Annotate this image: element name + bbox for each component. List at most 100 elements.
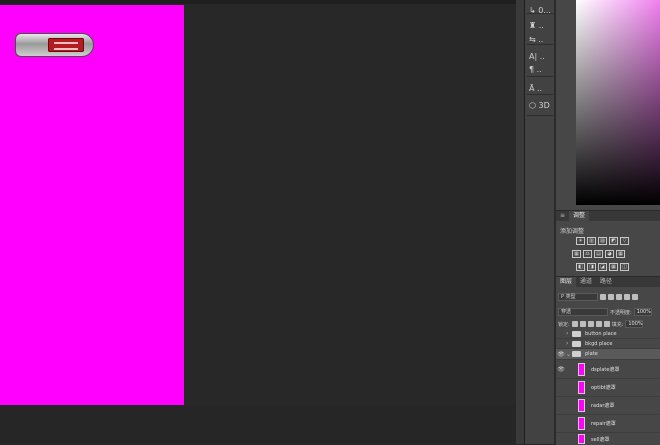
visibility-toggle[interactable] bbox=[556, 339, 566, 348]
adjustments-row-3: ◧ ◨ ◪ ▦ ◫ bbox=[576, 263, 629, 271]
opacity-label: 不透明度: bbox=[610, 309, 632, 316]
photo-filter-icon[interactable]: ◕ bbox=[605, 250, 614, 258]
layer-name: bkgd place bbox=[585, 340, 613, 347]
layer-group-row[interactable]: › bkgd place bbox=[556, 339, 660, 349]
threshold-icon[interactable]: ◪ bbox=[598, 263, 607, 271]
document-canvas[interactable] bbox=[0, 5, 184, 405]
layer-filter-select[interactable]: P 类型 bbox=[558, 293, 598, 301]
gradient-map-icon[interactable]: ▦ bbox=[609, 263, 618, 271]
3d-panel-button[interactable]: ⬡ 3D bbox=[525, 97, 555, 113]
folder-icon bbox=[572, 330, 581, 337]
color-panel bbox=[556, 0, 660, 210]
brush-settings-icon: ♜ .. bbox=[529, 20, 544, 30]
posterize-icon[interactable]: ◨ bbox=[587, 263, 596, 271]
3d-icon: ⬡ 3D bbox=[529, 100, 550, 110]
levels-icon[interactable]: ▥ bbox=[587, 237, 596, 245]
adjustments-panel: ≡ 调整 添加调整 ☀ ▥ ▨ ◩ ▽ ▦ ⚖ ▤ ◕ ▦ ◧ ◨ ◪ ▦ ◫ bbox=[556, 210, 660, 277]
document-top-strip bbox=[0, 0, 516, 4]
lock-position-icon[interactable] bbox=[587, 321, 594, 327]
divider bbox=[527, 115, 553, 116]
lock-row: 锁定: 填充: 100% bbox=[558, 319, 658, 329]
paragraph-panel-button[interactable]: ¶ .. bbox=[525, 61, 555, 77]
visibility-toggle[interactable] bbox=[556, 415, 566, 432]
eye-icon[interactable]: 👁 bbox=[556, 349, 566, 359]
blend-mode-select[interactable]: 穿透 bbox=[558, 308, 608, 316]
emblem-logo bbox=[48, 38, 84, 52]
folder-icon bbox=[572, 340, 581, 347]
blend-row: 穿透 不透明度: 100% bbox=[558, 307, 658, 317]
visibility-toggle[interactable] bbox=[556, 329, 566, 338]
layer-row[interactable]: radar遮罩 bbox=[556, 397, 660, 415]
layer-name: repair遮罩 bbox=[591, 421, 616, 427]
color-balance-icon[interactable]: ⚖ bbox=[583, 250, 592, 258]
folder-icon bbox=[572, 351, 581, 357]
layer-thumbnail bbox=[578, 363, 585, 376]
layers-panel: 图层 通道 路径 P 类型 穿透 不透明度: 100% 锁定: 填充: 100%… bbox=[556, 276, 660, 445]
layers-tabbar: 图层 通道 路径 bbox=[556, 277, 660, 287]
tab-menu[interactable]: ≡ bbox=[556, 211, 569, 221]
layer-row[interactable]: 👁 dsplate遮罩 bbox=[556, 361, 660, 379]
layer-row[interactable]: sell遮罩 bbox=[556, 433, 660, 445]
lock-transparent-icon[interactable] bbox=[571, 321, 578, 327]
invert-icon[interactable]: ◧ bbox=[576, 263, 585, 271]
divider bbox=[527, 94, 553, 95]
layer-name: plate bbox=[585, 351, 598, 357]
layer-filter-row: P 类型 bbox=[558, 292, 658, 302]
opacity-input[interactable]: 100% bbox=[633, 308, 652, 316]
layer-name: sell遮罩 bbox=[591, 436, 610, 443]
brightness-icon[interactable]: ☀ bbox=[576, 237, 585, 245]
lock-artboard-icon[interactable] bbox=[595, 321, 602, 327]
layer-row[interactable]: optibt遮罩 bbox=[556, 379, 660, 397]
tab-channels[interactable]: 通道 bbox=[576, 277, 596, 287]
tab-adjustments[interactable]: 调整 bbox=[569, 211, 590, 221]
tab-layers[interactable]: 图层 bbox=[556, 277, 577, 287]
lock-label: 锁定: bbox=[558, 321, 570, 328]
divider bbox=[527, 44, 553, 45]
layer-name: dsplate遮罩 bbox=[591, 367, 620, 373]
adjustments-row-1: ☀ ▥ ▨ ◩ ▽ bbox=[576, 237, 629, 245]
lock-all-icon[interactable] bbox=[603, 321, 610, 327]
adjustment-filter-icon[interactable] bbox=[608, 294, 614, 300]
color-picker-field[interactable] bbox=[576, 0, 660, 205]
lock-image-icon[interactable] bbox=[579, 321, 586, 327]
clone-source-icon: ⇆ .. bbox=[529, 34, 544, 44]
character-icon: A| .. bbox=[529, 51, 545, 61]
tab-paths[interactable]: 路径 bbox=[596, 277, 616, 287]
layer-name: radar遮罩 bbox=[591, 403, 615, 409]
history-panel-button[interactable]: ↳ 0... bbox=[525, 2, 555, 18]
layer-name: button place bbox=[585, 330, 617, 337]
layer-thumbnail bbox=[578, 417, 585, 430]
visibility-toggle[interactable] bbox=[556, 397, 566, 414]
black-white-icon[interactable]: ▤ bbox=[594, 250, 603, 258]
layer-group-row[interactable]: › button place bbox=[556, 329, 660, 339]
selective-color-icon[interactable]: ◫ bbox=[620, 263, 629, 271]
adjustments-row-2: ▦ ⚖ ▤ ◕ ▦ bbox=[572, 250, 625, 258]
emblem-mark bbox=[54, 42, 78, 50]
visibility-toggle[interactable] bbox=[556, 433, 566, 445]
eye-icon[interactable]: 👁 bbox=[556, 361, 566, 378]
layer-group-row-selected[interactable]: 👁 ⌄ plate bbox=[556, 349, 660, 360]
hue-saturation-icon[interactable]: ▦ bbox=[572, 250, 581, 258]
curves-icon[interactable]: ▨ bbox=[598, 237, 607, 245]
exposure-icon[interactable]: ◩ bbox=[609, 237, 618, 245]
adjustments-tabbar: ≡ 调整 bbox=[556, 211, 660, 221]
fill-label: 填充: bbox=[611, 321, 624, 328]
type-filter-icon[interactable] bbox=[616, 294, 622, 300]
layer-name: optibt遮罩 bbox=[591, 385, 616, 391]
button-sprite-image[interactable] bbox=[15, 33, 94, 57]
visibility-toggle[interactable] bbox=[556, 379, 566, 396]
fill-input[interactable]: 100% bbox=[625, 320, 644, 328]
status-strip bbox=[0, 406, 516, 444]
pixel-filter-icon[interactable] bbox=[600, 294, 606, 300]
panel-gutter bbox=[516, 0, 524, 444]
glyphs-icon: Ā .. bbox=[529, 83, 543, 93]
divider bbox=[527, 13, 553, 14]
shape-filter-icon[interactable] bbox=[624, 294, 630, 300]
vibrance-icon[interactable]: ▽ bbox=[620, 237, 629, 245]
divider bbox=[527, 76, 553, 77]
layer-row[interactable]: repair遮罩 bbox=[556, 415, 660, 433]
layer-thumbnail bbox=[578, 434, 585, 444]
smart-object-filter-icon[interactable] bbox=[632, 294, 638, 300]
channel-mixer-icon[interactable]: ▦ bbox=[616, 250, 625, 258]
collapsed-panels-dock: ↳ 0... ♜ .. ⇆ .. A| .. ¶ .. Ā .. ⬡ 3D bbox=[524, 0, 555, 444]
